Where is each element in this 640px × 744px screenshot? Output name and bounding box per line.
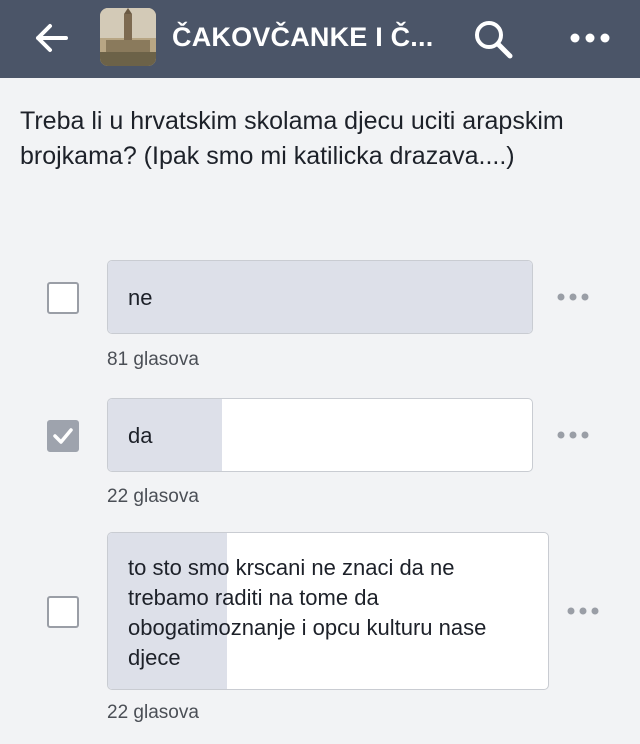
option-more-icon[interactable] — [566, 606, 600, 616]
option-label: da — [128, 423, 153, 448]
back-arrow-icon[interactable] — [34, 22, 70, 54]
option-checkbox[interactable] — [47, 420, 79, 452]
option-label: ne — [128, 285, 153, 310]
option-more-icon[interactable] — [556, 430, 590, 440]
option-label: to sto smo krscani ne znaci da ne trebam… — [128, 555, 487, 670]
option-box[interactable]: da — [107, 398, 533, 472]
top-bar: ČAKOVČANKE I Č... — [0, 0, 640, 78]
group-avatar[interactable] — [100, 8, 156, 66]
vote-count[interactable]: 22 glasova — [107, 486, 199, 508]
vote-fill-bar — [108, 261, 532, 333]
option-checkbox[interactable] — [47, 596, 79, 628]
option-more-icon[interactable] — [556, 292, 590, 302]
vote-fill-bar — [108, 399, 223, 471]
vote-count[interactable]: 22 glasova — [107, 702, 199, 724]
check-icon — [53, 428, 73, 444]
option-checkbox[interactable] — [47, 282, 79, 314]
option-box[interactable]: to sto smo krscani ne znaci da ne trebam… — [107, 532, 549, 690]
group-title[interactable]: ČAKOVČANKE I Č... — [172, 22, 452, 53]
vote-count[interactable]: 81 glasova — [107, 349, 199, 371]
search-icon[interactable] — [472, 18, 514, 60]
more-dots-icon[interactable] — [568, 30, 612, 46]
poll-question: Treba li u hrvatskim skolama djecu uciti… — [20, 107, 564, 170]
option-box[interactable]: ne — [107, 260, 533, 334]
